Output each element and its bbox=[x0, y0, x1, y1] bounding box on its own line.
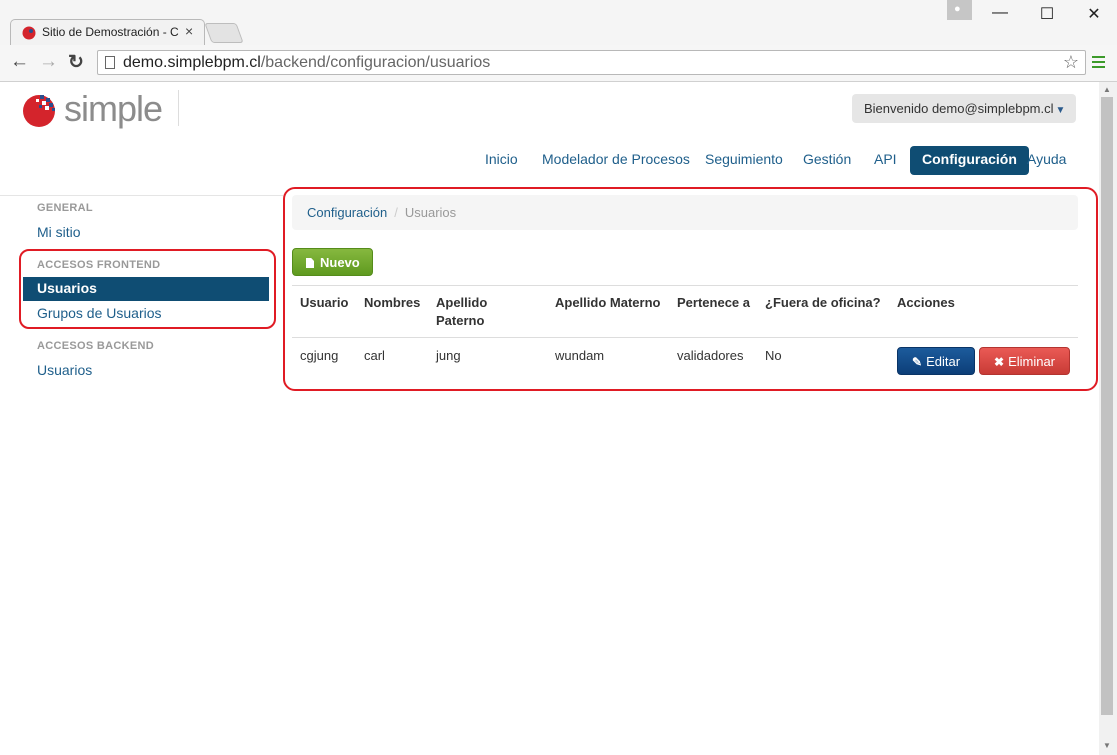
new-tab-button[interactable] bbox=[204, 23, 244, 43]
highlight-content-section bbox=[283, 187, 1098, 391]
scrollbar-thumb[interactable] bbox=[1101, 97, 1113, 715]
forward-icon[interactable]: → bbox=[39, 51, 58, 73]
nav-inicio[interactable]: Inicio bbox=[473, 146, 530, 175]
page-icon bbox=[105, 56, 115, 69]
page-scrollbar[interactable]: ▲ ▼ bbox=[1099, 82, 1117, 755]
header-divider bbox=[0, 195, 283, 196]
user-menu-label: Bienvenido demo@simplebpm.cl bbox=[864, 101, 1054, 116]
back-icon[interactable]: ← bbox=[10, 51, 29, 73]
nav-gestion[interactable]: Gestión bbox=[791, 146, 863, 175]
tab-close-icon[interactable]: × bbox=[185, 23, 193, 39]
page-viewport: simple Bienvenido demo@simplebpm.cl ▼ Ini… bbox=[0, 82, 1099, 755]
caret-down-icon: ▼ bbox=[1055, 105, 1066, 116]
profile-icon: ● bbox=[954, 3, 961, 15]
sidebar-item-backend-usuarios[interactable]: Usuarios bbox=[37, 362, 92, 378]
profile-button[interactable]: ● bbox=[947, 0, 972, 20]
sidebar-item-mi-sitio[interactable]: Mi sitio bbox=[37, 224, 81, 240]
address-bar[interactable]: demo.simplebpm.cl/backend/configuracion/… bbox=[97, 50, 1086, 75]
sidebar-header-backend: ACCESOS BACKEND bbox=[37, 340, 154, 352]
browser-menu-icon[interactable] bbox=[1092, 56, 1105, 71]
bookmark-star-icon[interactable]: ☆ bbox=[1063, 52, 1079, 73]
nav-seguimiento[interactable]: Seguimiento bbox=[693, 146, 795, 175]
nav-modelador[interactable]: Modelador de Procesos bbox=[530, 146, 702, 175]
nav-api[interactable]: API bbox=[862, 146, 909, 175]
minimize-button[interactable]: — bbox=[985, 4, 1015, 22]
browser-toolbar: ← → ↻ demo.simplebpm.cl/backend/configur… bbox=[0, 45, 1117, 82]
maximize-button[interactable]: ☐ bbox=[1032, 4, 1062, 24]
logo-text: simple bbox=[64, 88, 163, 129]
reload-icon[interactable]: ↻ bbox=[68, 51, 84, 74]
logo-mark-icon bbox=[23, 95, 55, 127]
user-menu-dropdown[interactable]: Bienvenido demo@simplebpm.cl ▼ bbox=[852, 94, 1076, 123]
url-text: demo.simplebpm.cl/backend/configuracion/… bbox=[123, 54, 491, 71]
nav-ayuda[interactable]: Ayuda bbox=[1015, 146, 1078, 175]
highlight-frontend-section bbox=[19, 249, 276, 329]
scroll-up-icon[interactable]: ▲ bbox=[1103, 85, 1111, 94]
sidebar-header-general: GENERAL bbox=[37, 202, 93, 214]
close-window-button[interactable]: ✕ bbox=[1079, 4, 1109, 24]
scroll-down-icon[interactable]: ▼ bbox=[1103, 741, 1111, 750]
tab-title: Sitio de Demostración - C bbox=[42, 25, 179, 39]
logo-divider bbox=[178, 90, 179, 126]
site-favicon-icon bbox=[22, 26, 36, 40]
browser-tab[interactable]: Sitio de Demostración - C × bbox=[10, 19, 205, 46]
nav-configuracion[interactable]: Configuración bbox=[910, 146, 1029, 175]
browser-titlebar: Sitio de Demostración - C × ● — ☐ ✕ bbox=[0, 0, 1117, 46]
